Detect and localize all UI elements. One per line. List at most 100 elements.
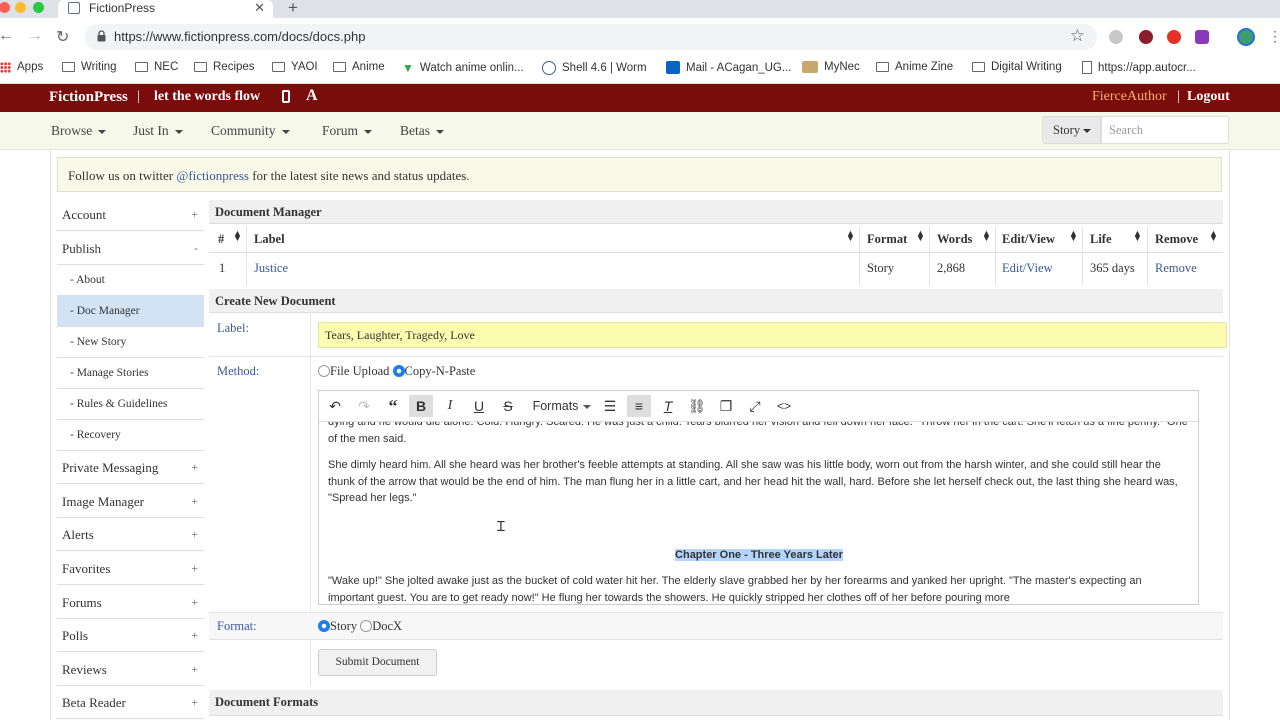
sidebar-item-beta-reader[interactable]: Beta Reader +: [57, 686, 204, 719]
bookmark-star-icon[interactable]: ☆: [1070, 26, 1085, 46]
twitter-link[interactable]: @fictionpress: [176, 168, 249, 183]
sort-icon[interactable]: ▲ ▼: [233, 229, 242, 243]
clear-formatting-icon[interactable]: T: [656, 395, 680, 417]
doc-label-link[interactable]: Justice: [254, 261, 288, 276]
url-bar[interactable]: https://www.fictionpress.com/docs/docs.p…: [85, 24, 1097, 50]
browser-tab[interactable]: FictionPress ✕: [58, 0, 273, 18]
bookmark-worm[interactable]: Shell 4.6 | Worm: [542, 61, 647, 75]
sidebar-sub-recovery[interactable]: - Recovery: [57, 420, 204, 451]
fullscreen-icon[interactable]: ⤢: [743, 395, 767, 417]
bookmark-nec[interactable]: NEC: [135, 61, 178, 73]
bold-icon[interactable]: B: [409, 395, 433, 417]
docx-format-label[interactable]: DocX: [372, 619, 402, 633]
nav-just-in[interactable]: Just In: [133, 123, 183, 139]
underline-icon[interactable]: U: [467, 395, 491, 417]
copy-paste-radio[interactable]: [392, 365, 405, 377]
col-header-label[interactable]: Label: [254, 227, 285, 251]
nav-community[interactable]: Community: [211, 123, 290, 139]
col-header-life[interactable]: Life: [1090, 227, 1112, 251]
back-icon[interactable]: ←: [0, 27, 14, 45]
extension-icon[interactable]: [1139, 30, 1153, 44]
bookmark-watch-anime[interactable]: ▼ Watch anime onlin...: [402, 61, 524, 75]
file-upload-radio[interactable]: [318, 365, 330, 377]
strikethrough-icon[interactable]: S: [496, 395, 520, 417]
bookmark-apps[interactable]: Apps: [0, 61, 43, 73]
col-header-edit[interactable]: Edit/View: [1002, 227, 1055, 251]
search-category-select[interactable]: Story: [1042, 116, 1101, 144]
source-code-icon[interactable]: <>: [772, 395, 796, 417]
forward-icon[interactable]: →: [27, 27, 43, 45]
sort-icon[interactable]: ▲ ▼: [1209, 229, 1218, 243]
search-input[interactable]: Search: [1101, 116, 1229, 144]
sidebar-item-favorites[interactable]: Favorites +: [57, 552, 204, 585]
sidebar-item-reviews[interactable]: Reviews +: [57, 653, 204, 686]
bookmark-yaoi[interactable]: YAOI: [272, 61, 318, 73]
sidebar-sub-new-story[interactable]: - New Story: [57, 327, 204, 358]
col-header-remove[interactable]: Remove: [1155, 227, 1198, 251]
nav-betas[interactable]: Betas: [400, 123, 444, 139]
bookmark-autocrit[interactable]: https://app.autocr...: [1082, 61, 1196, 74]
link-icon[interactable]: ⛓: [685, 395, 709, 417]
sort-icon[interactable]: ▲ ▼: [982, 229, 991, 243]
opera-extension-icon[interactable]: [1167, 30, 1181, 44]
align-center-icon[interactable]: ≡: [627, 395, 651, 417]
sort-icon[interactable]: ▲ ▼: [916, 229, 925, 243]
cloud-extension-icon[interactable]: [1109, 30, 1123, 44]
sidebar-item-forums[interactable]: Forums +: [57, 586, 204, 619]
reload-icon[interactable]: ↻: [56, 27, 69, 47]
nav-forum[interactable]: Forum: [322, 123, 373, 139]
window-minimize-dot[interactable]: [15, 2, 26, 13]
window-close-dot[interactable]: [0, 2, 10, 13]
align-left-icon[interactable]: ☰: [598, 395, 622, 417]
sidebar-sub-doc-manager[interactable]: - Doc Manager: [57, 296, 204, 327]
profile-avatar[interactable]: [1237, 28, 1255, 46]
col-header-words[interactable]: Words: [937, 227, 972, 251]
copy-icon[interactable]: ❐: [714, 395, 738, 417]
onenote-extension-icon[interactable]: [1195, 30, 1209, 44]
sidebar-sub-rules[interactable]: - Rules & Guidelines: [57, 389, 204, 420]
sort-icon[interactable]: ▲ ▼: [846, 229, 855, 243]
col-header-format[interactable]: Format: [867, 227, 907, 251]
label-input[interactable]: Tears, Laughter, Tragedy, Love: [318, 322, 1227, 348]
formats-dropdown[interactable]: Formats: [527, 395, 597, 417]
editor-content[interactable]: dying and he would die alone. Cold. Hung…: [328, 422, 1190, 604]
sidebar-sub-manage-stories[interactable]: - Manage Stories: [57, 358, 204, 389]
col-header-num[interactable]: #: [218, 227, 224, 251]
sort-icon[interactable]: ▲ ▼: [1133, 229, 1142, 243]
bookmark-writing[interactable]: Writing: [62, 61, 117, 73]
story-format-label[interactable]: Story: [330, 619, 357, 633]
chrome-menu-icon[interactable]: ⋮: [1268, 28, 1280, 45]
undo-icon[interactable]: ↶: [323, 395, 347, 417]
logout-link[interactable]: Logout: [1187, 89, 1230, 105]
sidebar-item-private-messaging[interactable]: Private Messaging +: [57, 451, 204, 484]
submit-document-button[interactable]: Submit Document: [318, 649, 437, 676]
bookmark-digital-writing[interactable]: Digital Writing: [972, 61, 1062, 73]
bookmark-recipes[interactable]: Recipes: [194, 61, 255, 73]
sidebar-sub-about[interactable]: - About: [57, 265, 204, 296]
bookmark-mynec[interactable]: MyNec: [802, 61, 860, 73]
new-tab-icon[interactable]: +: [288, 0, 298, 18]
sidebar-item-publish[interactable]: Publish -: [57, 232, 204, 265]
story-format-radio[interactable]: [318, 620, 330, 632]
file-upload-label[interactable]: File Upload: [330, 364, 389, 378]
sort-icon[interactable]: ▲ ▼: [1069, 229, 1078, 243]
window-zoom-dot[interactable]: [33, 2, 44, 13]
nav-browse[interactable]: Browse: [51, 123, 107, 139]
italic-icon[interactable]: I: [438, 395, 462, 417]
bookmark-mail[interactable]: Mail - ACagan_UG...: [666, 61, 791, 74]
docx-format-radio[interactable]: [360, 620, 373, 632]
blockquote-icon[interactable]: “: [381, 395, 405, 417]
site-logo[interactable]: FictionPress: [49, 89, 128, 106]
copy-paste-label[interactable]: Copy-N-Paste: [405, 364, 476, 378]
sidebar-item-account[interactable]: Account +: [57, 198, 204, 231]
bookmark-anime[interactable]: Anime: [333, 61, 385, 73]
redo-icon[interactable]: ↷: [352, 395, 376, 417]
tab-close-icon[interactable]: ✕: [254, 0, 265, 16]
sidebar-item-alerts[interactable]: Alerts +: [57, 518, 204, 551]
username-link[interactable]: FierceAuthor: [1092, 89, 1167, 105]
remove-link[interactable]: Remove: [1155, 261, 1197, 276]
edit-view-link[interactable]: Edit/View: [1002, 261, 1053, 276]
bookmark-anime-zine[interactable]: Anime Zine: [876, 61, 953, 73]
mobile-icon[interactable]: [282, 90, 290, 103]
font-size-icon[interactable]: A: [306, 87, 318, 105]
